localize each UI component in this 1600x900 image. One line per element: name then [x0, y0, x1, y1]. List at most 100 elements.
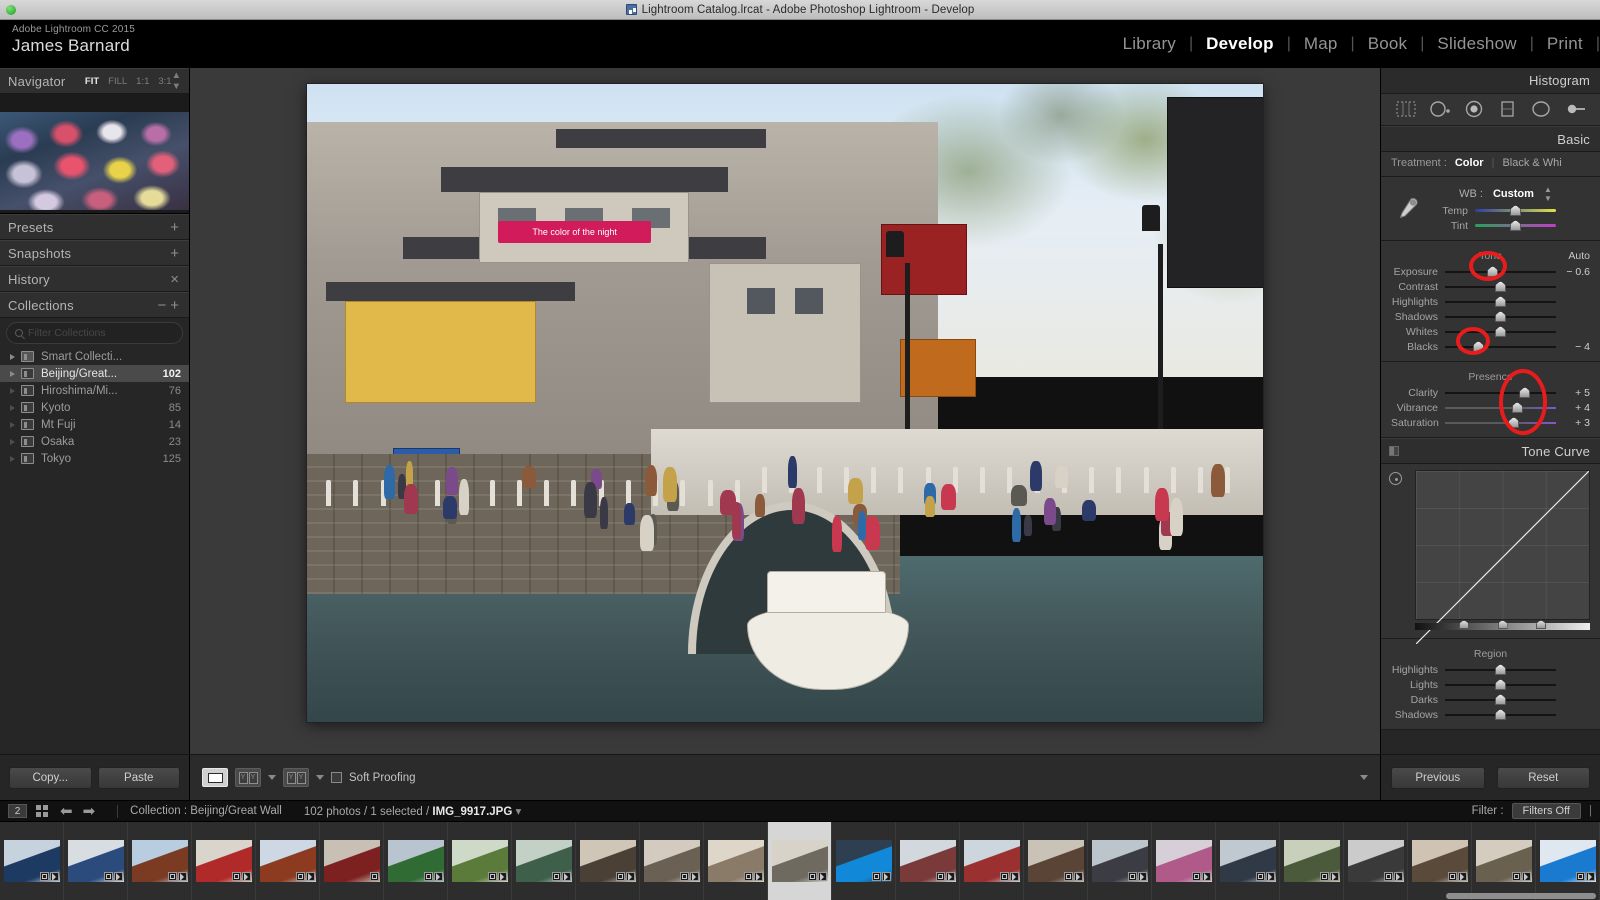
develop-badge-icon[interactable]: [1074, 872, 1083, 881]
crop-badge-icon[interactable]: [744, 872, 753, 881]
slider-track[interactable]: [1445, 677, 1556, 692]
crop-badge-icon[interactable]: [168, 872, 177, 881]
develop-badge-icon[interactable]: [754, 872, 763, 881]
presence-slider-clarity[interactable]: Clarity + 5: [1391, 385, 1590, 400]
develop-badge-icon[interactable]: [114, 872, 123, 881]
collection-item[interactable]: Tokyo 125: [0, 450, 189, 467]
slider-knob[interactable]: [1473, 341, 1484, 352]
paste-button[interactable]: Paste: [98, 767, 181, 789]
zoom-level-fit[interactable]: FIT: [85, 76, 99, 87]
slider-knob[interactable]: [1487, 266, 1498, 277]
tone-curve-range-ramp[interactable]: [1415, 623, 1590, 630]
presence-slider-saturation[interactable]: Saturation + 3: [1391, 415, 1590, 430]
develop-badge-icon[interactable]: [626, 872, 635, 881]
filmstrip-thumbnail[interactable]: [1472, 822, 1536, 900]
filmstrip-thumbnail[interactable]: [896, 822, 960, 900]
filmstrip-thumbnail[interactable]: [128, 822, 192, 900]
adjustment-brush-icon[interactable]: [1564, 100, 1586, 120]
disclosure-triangle-icon[interactable]: [10, 388, 15, 394]
filmstrip-thumbnail[interactable]: [1216, 822, 1280, 900]
crop-badge-icon[interactable]: [1448, 872, 1457, 881]
module-develop[interactable]: Develop: [1193, 34, 1287, 54]
collection-item[interactable]: Kyoto 85: [0, 399, 189, 416]
crop-badge-icon[interactable]: [808, 872, 817, 881]
develop-badge-icon[interactable]: [562, 872, 571, 881]
forward-arrow-icon[interactable]: ➡: [83, 804, 96, 819]
crop-badge-icon[interactable]: [488, 872, 497, 881]
slider-knob[interactable]: [1495, 679, 1506, 690]
disclosure-triangle-icon[interactable]: [10, 439, 15, 445]
filmstrip-thumbnail[interactable]: [960, 822, 1024, 900]
toolbar-collapse-chevron-icon[interactable]: [1360, 775, 1368, 780]
filmstrip-thumbnail[interactable]: [768, 822, 832, 900]
tone-slider-exposure[interactable]: Exposure − 0.6: [1391, 264, 1590, 279]
filmstrip-thumbnail[interactable]: [1408, 822, 1472, 900]
slider-track[interactable]: [1445, 309, 1556, 324]
slider-knob[interactable]: [1495, 296, 1506, 307]
panel-switch-icon[interactable]: [1389, 446, 1399, 456]
filmstrip-thumbnail[interactable]: [1344, 822, 1408, 900]
disclosure-triangle-icon[interactable]: [10, 354, 15, 360]
collection-item[interactable]: Hiroshima/Mi... 76: [0, 382, 189, 399]
auto-tone-button[interactable]: Auto: [1568, 250, 1590, 262]
slider-knob[interactable]: [1510, 220, 1521, 231]
crop-badge-icon[interactable]: [936, 872, 945, 881]
crop-badge-icon[interactable]: [1320, 872, 1329, 881]
slider-knob[interactable]: [1495, 326, 1506, 337]
tone-slider-blacks[interactable]: Blacks − 4: [1391, 339, 1590, 354]
filmstrip-thumbnail[interactable]: [512, 822, 576, 900]
filmstrip-thumbnail[interactable]: [1152, 822, 1216, 900]
chevron-down-icon[interactable]: ▾: [515, 806, 521, 818]
develop-badge-icon[interactable]: [690, 872, 699, 881]
module-map[interactable]: Map: [1291, 34, 1351, 54]
develop-badge-icon[interactable]: [1010, 872, 1019, 881]
crop-badge-icon[interactable]: [680, 872, 689, 881]
zoom-level-1-1[interactable]: 1:1: [136, 76, 149, 87]
crop-badge-icon[interactable]: [616, 872, 625, 881]
filmstrip-thumbnail[interactable]: [448, 822, 512, 900]
presets-header[interactable]: Presets +: [0, 214, 189, 240]
slider-track[interactable]: [1445, 400, 1556, 415]
grid-view-icon[interactable]: [36, 805, 48, 817]
develop-badge-icon[interactable]: [1138, 872, 1147, 881]
slider-value[interactable]: − 0.6: [1556, 266, 1590, 278]
crop-badge-icon[interactable]: [104, 872, 113, 881]
chevron-updown-icon[interactable]: ▲ ▼: [1544, 185, 1552, 203]
back-arrow-icon[interactable]: ⬅: [60, 804, 73, 819]
filmstrip-thumbnail[interactable]: [256, 822, 320, 900]
develop-badge-icon[interactable]: [1586, 872, 1595, 881]
develop-badge-icon[interactable]: [1522, 872, 1531, 881]
slider-track[interactable]: [1475, 203, 1556, 218]
slider-track[interactable]: [1445, 662, 1556, 677]
region-slider-highlights[interactable]: Highlights: [1391, 662, 1590, 677]
compare-mode-chevron-icon[interactable]: [268, 775, 276, 780]
zoom-level-fill[interactable]: FILL: [108, 76, 127, 87]
filters-state-button[interactable]: Filters Off: [1512, 803, 1581, 819]
snapshots-header[interactable]: Snapshots +: [0, 240, 189, 266]
develop-badge-icon[interactable]: [434, 872, 443, 881]
slider-knob[interactable]: [1495, 709, 1506, 720]
white-balance-eyedropper-icon[interactable]: [1391, 194, 1421, 224]
filmstrip-thumbnail[interactable]: [192, 822, 256, 900]
crop-overlay-icon[interactable]: [1395, 100, 1417, 120]
collections-filter-input[interactable]: Filter Collections: [6, 322, 183, 344]
previous-button[interactable]: Previous: [1391, 767, 1485, 789]
tone-curve-plot[interactable]: [1415, 470, 1590, 620]
crop-badge-icon[interactable]: [1192, 872, 1201, 881]
region-slider-shadows[interactable]: Shadows: [1391, 707, 1590, 722]
plus-icon[interactable]: +: [168, 297, 181, 314]
develop-badge-icon[interactable]: [882, 872, 891, 881]
history-header[interactable]: History ×: [0, 266, 189, 292]
navigator-header[interactable]: Navigator FIT FILL 1:1 3:1 ▲ ▼: [0, 68, 189, 94]
slider-knob[interactable]: [1495, 311, 1506, 322]
crop-badge-icon[interactable]: [1128, 872, 1137, 881]
slider-track[interactable]: [1445, 415, 1556, 430]
crop-badge-icon[interactable]: [552, 872, 561, 881]
target-adjustment-icon[interactable]: [1389, 472, 1402, 485]
module-print[interactable]: Print: [1534, 34, 1596, 54]
filmstrip-scrollbar[interactable]: [1446, 893, 1596, 899]
develop-badge-icon[interactable]: [498, 872, 507, 881]
develop-badge-icon[interactable]: [50, 872, 59, 881]
develop-badge-icon[interactable]: [818, 872, 827, 881]
red-eye-correction-icon[interactable]: [1463, 100, 1485, 120]
